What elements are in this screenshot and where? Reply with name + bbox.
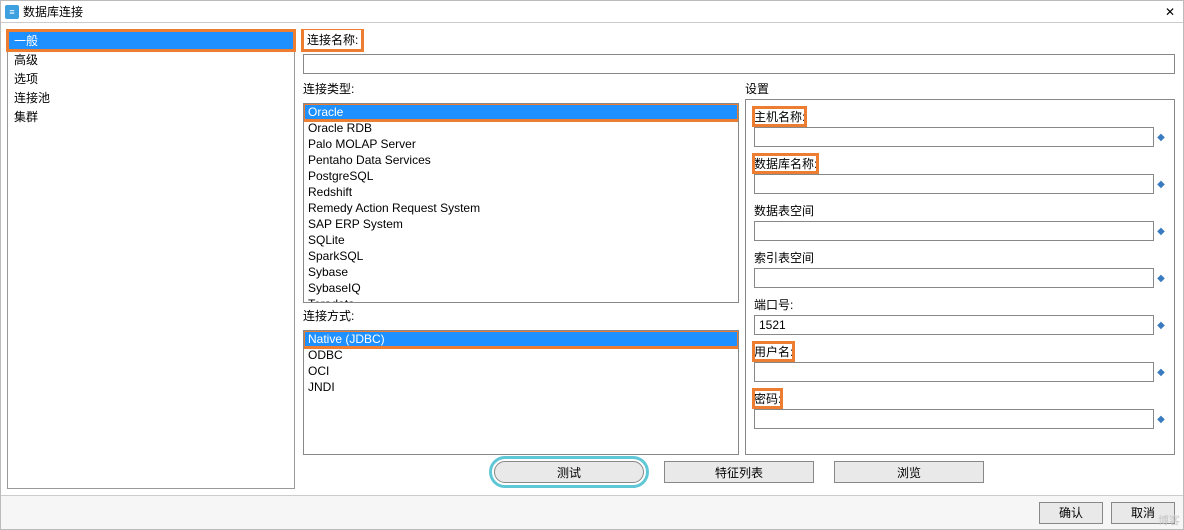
port-input[interactable] <box>754 315 1154 335</box>
feature-list-button[interactable]: 特征列表 <box>664 461 814 483</box>
sidebar-item-advanced[interactable]: 高级 <box>8 50 294 69</box>
close-icon[interactable]: ✕ <box>1161 5 1179 19</box>
list-item[interactable]: SAP ERP System <box>304 216 738 232</box>
var-icon[interactable]: ◆ <box>1156 320 1166 330</box>
ts-data-label: 数据表空间 <box>754 202 814 219</box>
host-label: 主机名称: <box>754 108 805 125</box>
list-item[interactable]: ODBC <box>304 347 738 363</box>
action-button-row: 测试 特征列表 浏览 <box>301 455 1177 489</box>
database-icon: ≡ <box>5 5 19 19</box>
user-label: 用户名: <box>754 343 793 360</box>
ok-button[interactable]: 确认 <box>1039 502 1103 524</box>
conn-name-input[interactable] <box>303 54 1175 74</box>
settings-panel: 主机名称: ◆ 数据库名称: ◆ 数据表空间 ◆ 索引表空间 ◆ 端口号: ◆ … <box>745 99 1175 455</box>
list-item[interactable]: Native (JDBC) <box>304 331 738 347</box>
sidebar-item-general[interactable]: 一般 <box>8 31 294 50</box>
test-button[interactable]: 测试 <box>494 461 644 483</box>
list-item[interactable]: Redshift <box>304 184 738 200</box>
pass-input[interactable] <box>754 409 1154 429</box>
list-item[interactable]: Oracle RDB <box>304 120 738 136</box>
ts-data-input[interactable] <box>754 221 1154 241</box>
conn-type-label: 连接类型: <box>303 80 739 97</box>
list-item[interactable]: Sybase <box>304 264 738 280</box>
settings-title: 设置 <box>745 80 1175 97</box>
user-input[interactable] <box>754 362 1154 382</box>
list-item[interactable]: Palo MOLAP Server <box>304 136 738 152</box>
list-item[interactable]: Pentaho Data Services <box>304 152 738 168</box>
pass-label: 密码: <box>754 390 781 407</box>
window-title: 数据库连接 <box>23 3 83 20</box>
host-input[interactable] <box>754 127 1154 147</box>
var-icon[interactable]: ◆ <box>1156 414 1166 424</box>
conn-mode-list[interactable]: Native (JDBC) ODBC OCI JNDI <box>303 330 739 455</box>
dialog-footer: 确认 取消 <box>1 495 1183 529</box>
list-item[interactable]: Oracle <box>304 104 738 120</box>
sidebar-item-options[interactable]: 选项 <box>8 69 294 88</box>
conn-type-list[interactable]: Oracle Oracle RDB Palo MOLAP Server Pent… <box>303 103 739 303</box>
var-icon[interactable]: ◆ <box>1156 367 1166 377</box>
list-item[interactable]: Teradata <box>304 296 738 303</box>
var-icon[interactable]: ◆ <box>1156 226 1166 236</box>
sidebar-item-cluster[interactable]: 集群 <box>8 107 294 126</box>
list-item[interactable]: JNDI <box>304 379 738 395</box>
var-icon[interactable]: ◆ <box>1156 273 1166 283</box>
var-icon[interactable]: ◆ <box>1156 132 1166 142</box>
list-item[interactable]: SybaseIQ <box>304 280 738 296</box>
browse-button[interactable]: 浏览 <box>834 461 984 483</box>
dialog-database-connection: ≡ 数据库连接 ✕ 一般 高级 选项 连接池 集群 连接名称: 连接类型: <box>0 0 1184 530</box>
ts-index-label: 索引表空间 <box>754 249 814 266</box>
list-item[interactable]: PostgreSQL <box>304 168 738 184</box>
db-label: 数据库名称: <box>754 155 817 172</box>
category-sidebar: 一般 高级 选项 连接池 集群 <box>7 29 295 489</box>
list-item[interactable]: SparkSQL <box>304 248 738 264</box>
db-input[interactable] <box>754 174 1154 194</box>
conn-name-label: 连接名称: <box>303 29 362 50</box>
titlebar: ≡ 数据库连接 ✕ <box>1 1 1183 23</box>
list-item[interactable]: Remedy Action Request System <box>304 200 738 216</box>
cancel-button[interactable]: 取消 <box>1111 502 1175 524</box>
main-panel: 连接名称: 连接类型: Oracle Oracle RDB Palo MOLAP… <box>301 29 1177 489</box>
conn-mode-label: 连接方式: <box>303 307 739 324</box>
list-item[interactable]: SQLite <box>304 232 738 248</box>
list-item[interactable]: OCI <box>304 363 738 379</box>
var-icon[interactable]: ◆ <box>1156 179 1166 189</box>
port-label: 端口号: <box>754 296 793 313</box>
sidebar-item-pool[interactable]: 连接池 <box>8 88 294 107</box>
ts-index-input[interactable] <box>754 268 1154 288</box>
